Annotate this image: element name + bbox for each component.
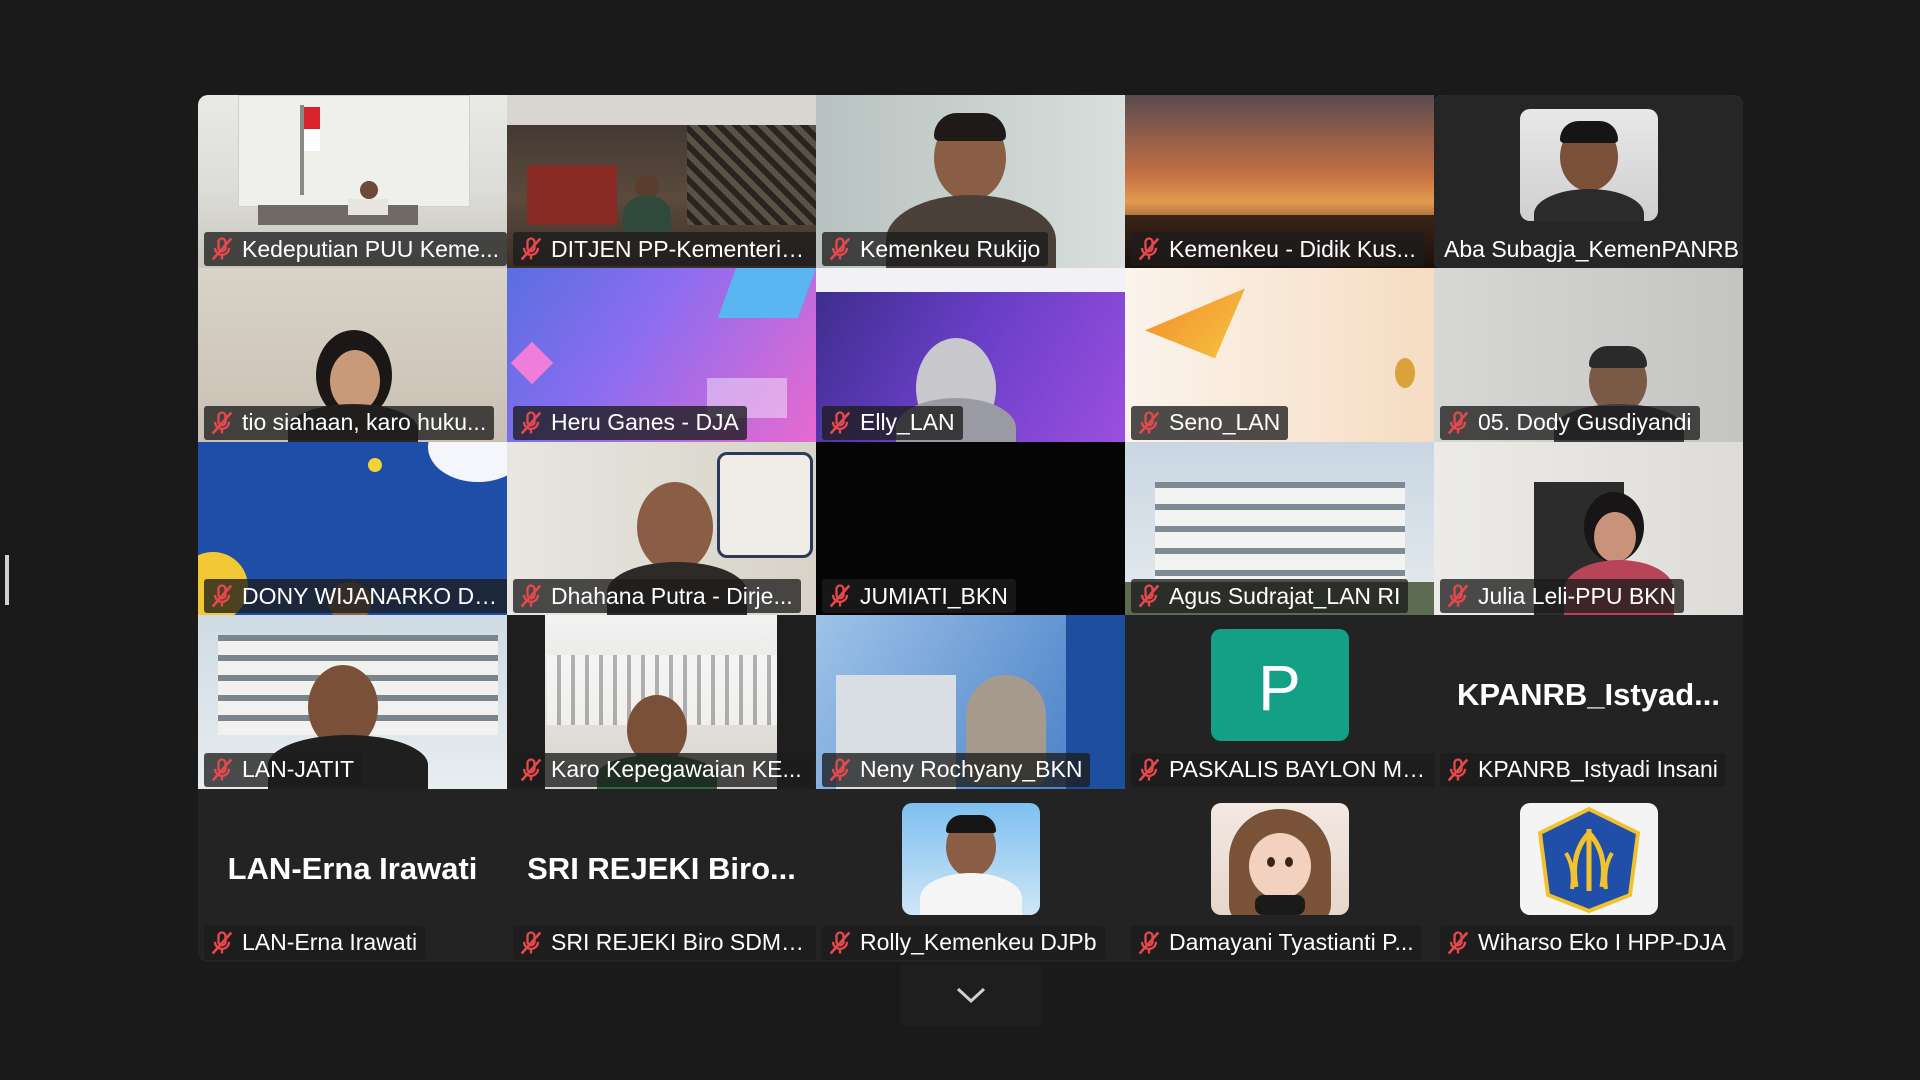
participant-name-label: PASKALIS BAYLON ME... (1131, 752, 1434, 787)
participant-tile[interactable]: P PASKALIS BAYLON ME... (1125, 615, 1434, 789)
mic-muted-icon (1447, 931, 1469, 955)
participant-name-label: Kemenkeu Rukijo (822, 232, 1049, 267)
mic-muted-icon (1138, 757, 1160, 781)
emblem-logo-icon (1537, 806, 1640, 913)
mic-muted-icon (211, 411, 233, 435)
participant-name-label: Julia Leli-PPU BKN (1440, 579, 1685, 614)
mic-muted-icon (1138, 931, 1160, 955)
mic-muted-icon (520, 411, 542, 435)
participant-tile[interactable]: Heru Ganes - DJA (507, 268, 816, 442)
participant-tile[interactable]: Kemenkeu Rukijo (816, 95, 1125, 269)
participant-name-label: LAN-JATIT (204, 752, 363, 787)
participant-tile[interactable]: Karo Kepegawaian KE... (507, 615, 816, 789)
participant-name-label: Dhahana Putra - Dirje... (513, 579, 801, 614)
participant-tile[interactable]: Rolly_Kemenkeu DJPb (816, 788, 1125, 962)
participant-tile[interactable]: Kedeputian PUU Keme... (198, 95, 507, 269)
participant-tile[interactable]: Agus Sudrajat_LAN RI (1125, 441, 1434, 616)
participant-name-label: tio siahaan, karo huku... (204, 405, 495, 440)
participant-tile-active-speaker[interactable]: Aba Subagja_KemenPANRB (1434, 95, 1743, 269)
participant-name-label: Agus Sudrajat_LAN RI (1131, 579, 1409, 614)
participant-tile[interactable]: DITJEN PP-Kementeria... (507, 95, 816, 269)
participant-tile[interactable]: SRI REJEKI Biro... SRI REJEKI Biro SDMO.… (507, 788, 816, 962)
mic-muted-icon (829, 584, 851, 608)
participant-name-label: Neny Rochyany_BKN (822, 752, 1091, 787)
chevron-down-icon (956, 987, 986, 1004)
participant-name-label: Karo Kepegawaian KE... (513, 752, 810, 787)
participant-display-name: SRI REJEKI Biro... (527, 850, 796, 886)
participant-name-label: Kemenkeu - Didik Kus... (1131, 232, 1424, 267)
avatar: P (1210, 629, 1349, 742)
participant-tile[interactable]: Seno_LAN (1125, 268, 1434, 442)
meeting-window: Kedeputian PUU Keme... DITJEN PP-Kemente… (0, 0, 1920, 1080)
participant-name-label: Kedeputian PUU Keme... (204, 232, 507, 267)
participant-name-label: Seno_LAN (1131, 405, 1289, 440)
mic-muted-icon (1138, 411, 1160, 435)
participant-tile[interactable]: Neny Rochyany_BKN (816, 615, 1125, 789)
mic-muted-icon (829, 411, 851, 435)
mic-muted-icon (211, 237, 233, 261)
participant-tile[interactable]: DONY WIJANARKO DJ... (198, 441, 507, 616)
participant-name-label: Aba Subagja_KemenPANRB (1444, 235, 1739, 262)
participant-name-label: Rolly_Kemenkeu DJPb (822, 925, 1105, 960)
mic-muted-icon (829, 237, 851, 261)
mic-muted-icon (520, 584, 542, 608)
next-page-button[interactable] (900, 964, 1042, 1026)
mic-muted-icon (211, 757, 233, 781)
participant-name-label: Elly_LAN (822, 405, 963, 440)
participant-tile[interactable]: Damayani Tyastianti P... (1125, 788, 1434, 962)
participant-photo (1210, 802, 1349, 915)
participant-tile[interactable]: Wiharso Eko I HPP-DJA (1434, 788, 1743, 962)
participant-display-name: KPANRB_Istyad... (1457, 677, 1720, 713)
gallery-grid: Kedeputian PUU Keme... DITJEN PP-Kemente… (198, 95, 1743, 962)
mic-muted-icon (211, 931, 233, 955)
participant-name-label: SRI REJEKI Biro SDMO... (513, 925, 816, 960)
participant-tile[interactable]: KPANRB_Istyad... KPANRB_Istyadi Insani (1434, 615, 1743, 789)
participant-tile[interactable]: LAN-Erna Irawati LAN-Erna Irawati (198, 788, 507, 962)
mic-muted-icon (520, 931, 542, 955)
participant-name-label: KPANRB_Istyadi Insani (1440, 752, 1726, 787)
participant-tile[interactable]: 05. Dody Gusdiyandi (1434, 268, 1743, 442)
mic-muted-icon (1447, 584, 1469, 608)
mic-muted-icon (1138, 237, 1160, 261)
participant-tile[interactable]: tio siahaan, karo huku... (198, 268, 507, 442)
mic-muted-icon (829, 757, 851, 781)
participant-name-label: DONY WIJANARKO DJ... (204, 579, 507, 614)
mic-muted-icon (1447, 757, 1469, 781)
participant-name-label: JUMIATI_BKN (822, 579, 1016, 614)
participant-name-label: Wiharso Eko I HPP-DJA (1440, 925, 1734, 960)
participant-photo (901, 802, 1040, 915)
mic-muted-icon (520, 237, 542, 261)
mic-muted-icon (829, 931, 851, 955)
participant-photo (1519, 802, 1658, 915)
participant-tile[interactable]: Elly_LAN (816, 268, 1125, 442)
participant-name-label: LAN-Erna Irawati (204, 925, 426, 960)
participant-name-label: Heru Ganes - DJA (513, 405, 747, 440)
participant-tile[interactable]: JUMIATI_BKN (816, 441, 1125, 616)
participant-photo (1519, 109, 1658, 221)
participant-display-name: LAN-Erna Irawati (227, 850, 478, 886)
participant-tile[interactable]: Kemenkeu - Didik Kus... (1125, 95, 1434, 269)
participant-name-label: 05. Dody Gusdiyandi (1440, 405, 1700, 440)
mic-muted-icon (211, 584, 233, 608)
participant-tile[interactable]: Julia Leli-PPU BKN (1434, 441, 1743, 616)
mic-muted-icon (1138, 584, 1160, 608)
side-panel-handle[interactable] (5, 555, 9, 605)
mic-muted-icon (520, 757, 542, 781)
mic-muted-icon (1447, 411, 1469, 435)
participant-name-label: DITJEN PP-Kementeria... (513, 232, 816, 267)
participant-name-label: Damayani Tyastianti P... (1131, 925, 1422, 960)
participant-tile[interactable]: LAN-JATIT (198, 615, 507, 789)
participant-tile[interactable]: Dhahana Putra - Dirje... (507, 441, 816, 616)
